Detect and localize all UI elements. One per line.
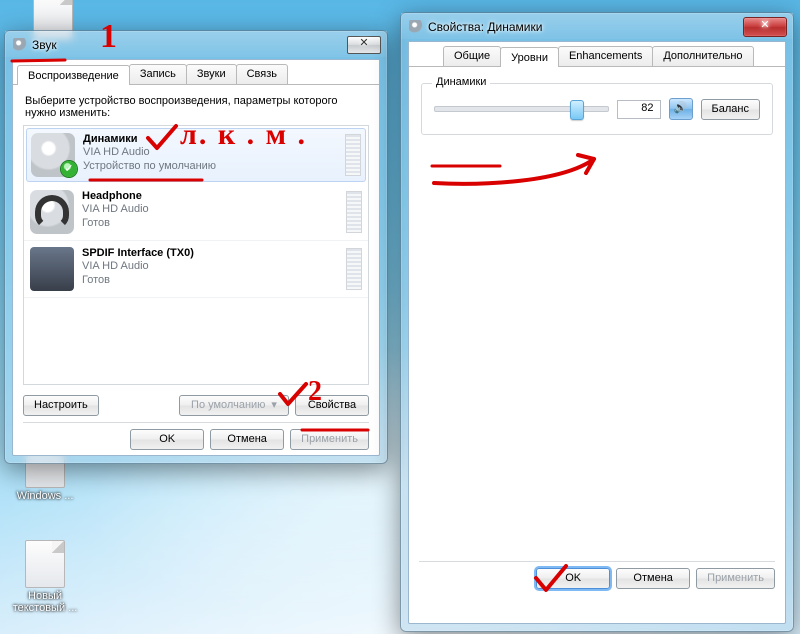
client-area: Общие Уровни Enhancements Дополнительно … xyxy=(408,41,786,624)
set-default-button[interactable]: По умолчанию ▾ xyxy=(179,395,289,416)
device-driver: VIA HD Audio xyxy=(83,145,339,159)
instruction-text: Выберите устройство воспроизведения, пар… xyxy=(13,85,379,125)
tab-advanced[interactable]: Дополнительно xyxy=(652,46,753,66)
close-button[interactable]: ✕ xyxy=(347,36,381,54)
device-row-speakers[interactable]: ✓ Динамики VIA HD Audio Устройство по ум… xyxy=(26,128,366,182)
headphone-icon xyxy=(30,190,74,234)
slider-thumb[interactable] xyxy=(570,100,584,120)
device-row-headphone[interactable]: Headphone VIA HD Audio Готов xyxy=(24,184,368,241)
speaker-icon xyxy=(409,20,423,34)
tab-communications[interactable]: Связь xyxy=(236,64,288,84)
properties-button[interactable]: Свойства xyxy=(295,395,369,416)
speakers-icon: ✓ xyxy=(31,133,75,177)
apply-button[interactable]: Применить xyxy=(696,568,775,589)
icon-label: Windows ... xyxy=(6,490,84,502)
volume-value[interactable]: 82 xyxy=(617,100,661,119)
ok-button[interactable]: OK xyxy=(536,568,610,589)
mute-toggle[interactable]: 🔊 xyxy=(669,98,693,120)
tab-playback[interactable]: Воспроизведение xyxy=(17,65,130,85)
cancel-button[interactable]: Отмена xyxy=(616,568,690,589)
chevron-down-icon: ▾ xyxy=(271,399,277,411)
ok-button[interactable]: OK xyxy=(130,429,204,450)
desktop-shortcut[interactable]: Новый текстовый ... xyxy=(6,540,84,614)
titlebar[interactable]: Звук ✕ xyxy=(5,31,387,57)
device-row-spdif[interactable]: SPDIF Interface (TX0) VIA HD Audio Готов xyxy=(24,241,368,298)
tab-general[interactable]: Общие xyxy=(443,46,501,66)
tab-sounds[interactable]: Звуки xyxy=(186,64,237,84)
device-state: Готов xyxy=(82,273,340,287)
device-name: Headphone xyxy=(82,190,340,202)
level-meter xyxy=(345,134,361,176)
device-name: Динамики xyxy=(83,133,339,145)
tab-levels[interactable]: Уровни xyxy=(500,47,559,67)
device-list[interactable]: ✓ Динамики VIA HD Audio Устройство по ум… xyxy=(23,125,369,385)
set-default-label: По умолчанию xyxy=(191,399,265,411)
device-driver: VIA HD Audio xyxy=(82,259,340,273)
desktop: Windows ... Новый текстовый ... Звук ✕ В… xyxy=(0,0,800,634)
properties-window: Свойства: Динамики ✕ Общие Уровни Enhanc… xyxy=(400,12,794,632)
configure-button[interactable]: Настроить xyxy=(23,395,99,416)
tab-enhancements[interactable]: Enhancements xyxy=(558,46,653,66)
speaker-icon xyxy=(13,38,27,52)
device-state: Готов xyxy=(82,216,340,230)
tab-recording[interactable]: Запись xyxy=(129,64,187,84)
apply-button[interactable]: Применить xyxy=(290,429,369,450)
titlebar[interactable]: Свойства: Динамики ✕ xyxy=(401,13,793,39)
spdif-icon xyxy=(30,247,74,291)
cancel-button[interactable]: Отмена xyxy=(210,429,284,450)
client-area: Воспроизведение Запись Звуки Связь Выбер… xyxy=(12,59,380,456)
volume-slider[interactable] xyxy=(434,106,609,112)
close-button[interactable]: ✕ xyxy=(743,17,787,37)
device-name: SPDIF Interface (TX0) xyxy=(82,247,340,259)
level-meter xyxy=(346,248,362,290)
balance-button[interactable]: Баланс xyxy=(701,99,760,120)
default-check-icon: ✓ xyxy=(61,161,77,177)
tab-bar: Воспроизведение Запись Звуки Связь xyxy=(13,60,379,85)
file-icon xyxy=(25,540,65,588)
sound-window: Звук ✕ Воспроизведение Запись Звуки Связ… xyxy=(4,30,388,464)
icon-label: Новый текстовый ... xyxy=(6,590,84,614)
speakers-level-group: Динамики 82 🔊 Баланс xyxy=(421,83,773,135)
device-state: Устройство по умолчанию xyxy=(83,159,339,173)
device-driver: VIA HD Audio xyxy=(82,202,340,216)
window-title: Звук xyxy=(32,38,57,52)
window-title: Свойства: Динамики xyxy=(428,20,542,34)
group-legend: Динамики xyxy=(432,76,490,88)
level-meter xyxy=(346,191,362,233)
tab-bar: Общие Уровни Enhancements Дополнительно xyxy=(409,42,785,67)
